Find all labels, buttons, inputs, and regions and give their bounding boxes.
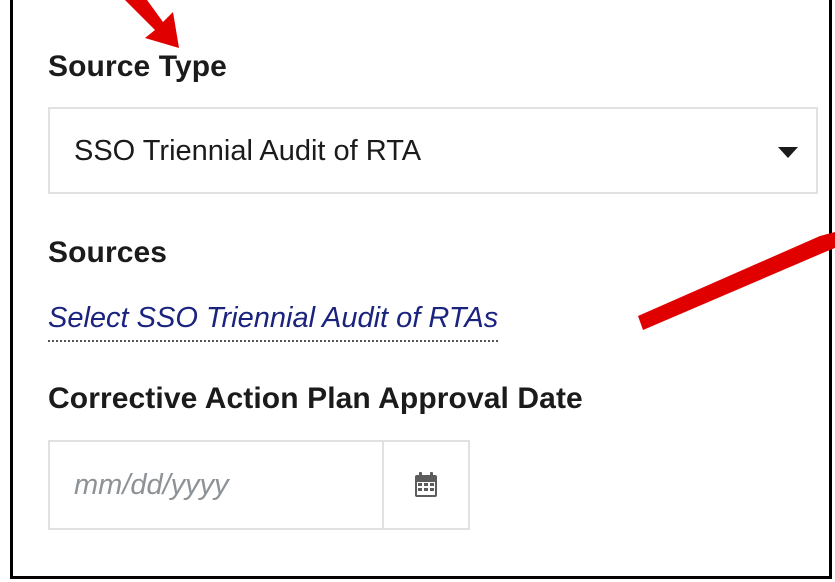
source-type-selected-value: SSO Triennial Audit of RTA: [74, 135, 422, 167]
caret-down-icon: [778, 147, 798, 158]
cap-approval-date-picker: [48, 440, 470, 530]
cap-approval-date-input[interactable]: [50, 442, 382, 528]
source-type-select[interactable]: SSO Triennial Audit of RTA: [48, 107, 818, 194]
cap-approval-date-label: Corrective Action Plan Approval Date: [48, 382, 583, 415]
calendar-icon: [415, 472, 437, 497]
select-sources-link[interactable]: Select SSO Triennial Audit of RTAs: [48, 302, 499, 343]
sources-label: Sources: [48, 236, 168, 269]
source-type-label: Source Type: [48, 50, 227, 83]
date-picker-button[interactable]: [382, 442, 468, 528]
